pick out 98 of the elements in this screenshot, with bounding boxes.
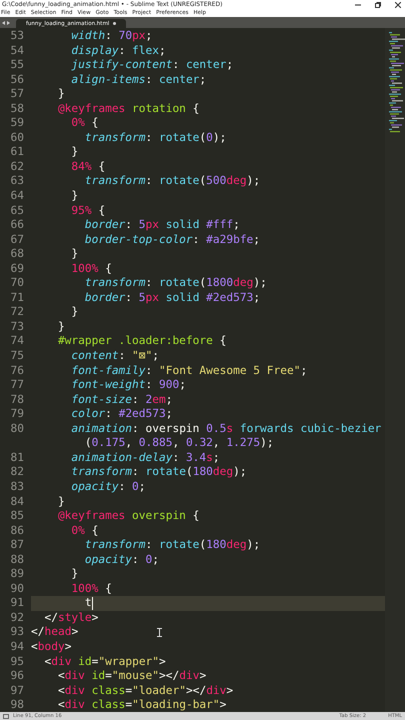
line-number: 98 bbox=[10, 698, 25, 712]
line-number: 74 bbox=[10, 334, 25, 350]
code-line: border-top-color: #a29bfe; bbox=[84, 232, 260, 248]
line-number: 89 bbox=[10, 567, 25, 582]
line-number: 66 bbox=[10, 218, 25, 233]
code-line: 100% { bbox=[70, 582, 112, 596]
line-number: 83 bbox=[10, 480, 25, 494]
line-number: 75 bbox=[10, 349, 25, 364]
code-line: } bbox=[70, 145, 78, 160]
code-line: border: 5px solid #2ed573; bbox=[84, 290, 260, 306]
restore-icon[interactable] bbox=[375, 2, 381, 8]
line-number: 73 bbox=[10, 320, 25, 334]
code-line: width: 70px; bbox=[70, 29, 152, 44]
code-line: 0% { bbox=[70, 116, 98, 131]
line-number: 84 bbox=[10, 494, 25, 510]
code-line: font-size: 2em; bbox=[70, 392, 173, 408]
line-number: 54 bbox=[10, 44, 25, 58]
line-number: 77 bbox=[10, 378, 25, 393]
line-number: 69 bbox=[10, 262, 25, 276]
code-line: transform: rotate(180deg); bbox=[70, 465, 247, 480]
tab-back-icon[interactable] bbox=[2, 20, 5, 24]
line-number: 55 bbox=[10, 58, 25, 73]
line-number: 93 bbox=[10, 625, 25, 640]
line-number: 94 bbox=[10, 640, 25, 655]
line-number: 86 bbox=[10, 524, 25, 538]
line-number: 59 bbox=[10, 116, 25, 131]
code-line: } bbox=[56, 494, 65, 510]
code-line: animation: overspin 0.5s forwards cubic-bezier (0.175, 0.885, 0.32, 1.275); bbox=[70, 422, 382, 451]
line-number: 78 bbox=[10, 392, 25, 408]
line-number: 58 bbox=[10, 102, 25, 116]
line-number: 82 bbox=[10, 465, 25, 480]
code-line: @keyframes overspin { bbox=[56, 509, 200, 524]
line-number: 62 bbox=[10, 160, 25, 174]
code-line: font-weight: 900; bbox=[70, 378, 186, 393]
code-line: 84% { bbox=[70, 160, 106, 174]
code-line: #wrapper .loader:before { bbox=[56, 334, 226, 350]
line-number: 90 bbox=[10, 582, 25, 596]
code-line: </style> bbox=[43, 610, 98, 626]
code-line: <div id="mouse"></div> bbox=[56, 669, 206, 684]
line-number: 72 bbox=[10, 305, 25, 320]
line-number: 61 bbox=[10, 145, 25, 160]
code-line: <div class="loading-bar"> bbox=[56, 698, 226, 712]
code-line: transform: rotate(0); bbox=[84, 130, 226, 146]
code-line: content: "⊠"; bbox=[70, 349, 160, 364]
code-line: } bbox=[70, 247, 78, 262]
line-number: 71 bbox=[10, 290, 25, 306]
line-number: 97 bbox=[10, 684, 25, 698]
code-line: } bbox=[56, 87, 65, 102]
code-line: opacity: 0; bbox=[84, 552, 160, 568]
line-number: 57 bbox=[10, 87, 25, 102]
code-line: <div id="wrapper"> bbox=[43, 654, 166, 670]
code-line: display: flex; bbox=[70, 44, 166, 58]
line-number: 95 bbox=[10, 654, 25, 670]
code-line: } bbox=[70, 305, 78, 320]
code-line: transform: rotate(1800deg); bbox=[84, 276, 267, 291]
code-line: 0% { bbox=[70, 524, 98, 538]
line-number: 87 bbox=[10, 538, 25, 553]
line-number: 53 bbox=[10, 29, 25, 44]
minimize-icon[interactable] bbox=[355, 2, 361, 8]
code-line: align-items: center; bbox=[70, 72, 206, 88]
panel-icon[interactable] bbox=[3, 714, 9, 718]
code-line: transform: rotate(500deg); bbox=[84, 174, 260, 190]
code-line: <body> bbox=[31, 640, 72, 655]
code-line: 100% { bbox=[70, 262, 112, 276]
line-number: 80 bbox=[10, 422, 25, 436]
code-line: } bbox=[56, 320, 65, 334]
close-icon[interactable] bbox=[395, 2, 401, 8]
line-number: 96 bbox=[10, 669, 25, 684]
line-number: 79 bbox=[10, 407, 25, 422]
code-line: } bbox=[70, 567, 78, 582]
text-cursor-icon bbox=[157, 628, 162, 637]
line-number: 65 bbox=[10, 204, 25, 218]
line-number: 63 bbox=[10, 174, 25, 190]
code-line: } bbox=[70, 189, 78, 204]
line-number: 85 bbox=[10, 509, 25, 524]
line-number: 81 bbox=[10, 450, 25, 466]
line-number: 64 bbox=[10, 189, 25, 204]
line-number: 88 bbox=[10, 552, 25, 568]
tab-forward-icon[interactable] bbox=[7, 20, 10, 24]
line-number: 56 bbox=[10, 72, 25, 88]
code-line: 95% { bbox=[70, 204, 106, 218]
line-number: 91 bbox=[10, 596, 25, 611]
code-line: border: 5px solid #fff; bbox=[84, 218, 240, 233]
line-number: 76 bbox=[10, 364, 25, 378]
line-number: 70 bbox=[10, 276, 25, 291]
code-line: @keyframes rotation { bbox=[56, 102, 200, 116]
code-line: </head> bbox=[31, 625, 78, 640]
line-number: 68 bbox=[10, 247, 25, 262]
code-line: transform: rotate(180deg); bbox=[84, 538, 260, 553]
code-line: font-family: "Font Awesome 5 Free"; bbox=[70, 364, 308, 378]
line-number: 67 bbox=[10, 232, 25, 248]
code-line: <div class="loader"></div> bbox=[56, 684, 234, 698]
code-line: justify-content: center; bbox=[70, 58, 234, 73]
code-line: animation-delay: 3.4s; bbox=[70, 450, 220, 466]
code-line: opacity: 0; bbox=[70, 480, 146, 494]
line-number: 60 bbox=[10, 130, 25, 146]
line-number: 92 bbox=[10, 610, 25, 626]
code-line: color: #2ed573; bbox=[70, 407, 172, 422]
